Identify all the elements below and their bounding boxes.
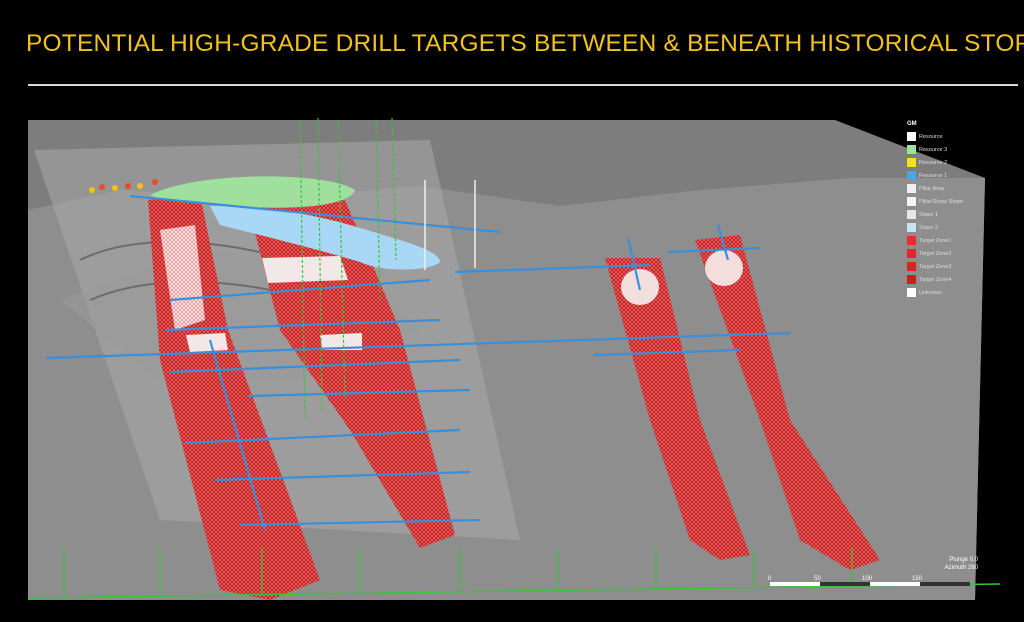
legend-label: Target Zone2 [919,250,952,257]
legend-swatch [907,223,916,232]
scale-tick-label: 100 [862,576,873,582]
legend-label: Resource 2 [919,159,948,166]
legend-label: Unknown [919,289,942,296]
legend-swatch [907,158,916,167]
3d-mine-model-view[interactable]: 0 50 100 150 [0,0,1024,622]
legend-label: Resource 1 [919,172,948,179]
legend-item: Resource [904,130,984,143]
legend-swatch [907,197,916,206]
legend-label: Target Zone4 [919,276,952,283]
legend-rows: Resource Resource 3 Resource 2 Resource 1 Pi… [904,130,984,299]
legend-label: Resource [919,133,943,140]
scale-tick-label: 50 [814,576,821,582]
historical-stope-b [262,256,348,283]
legend-label: Pillar Area [919,185,945,192]
legend-label: Target Zone1 [919,237,952,244]
legend-item: Resource 1 [904,169,984,182]
view-orientation: Plunge 0.0 Azimuth 280 [922,556,978,572]
historical-stope-c [186,333,228,352]
legend-swatch [907,288,916,297]
legend-item: Resource 3 [904,143,984,156]
legend-item: Stope 2 [904,221,984,234]
legend-item: Resource 2 [904,156,984,169]
legend-label: Resource 3 [919,146,948,153]
legend-item: Target Zone4 [904,273,984,286]
legend-swatch [907,184,916,193]
legend-swatch [907,145,916,154]
legend-item: Target Zone3 [904,260,984,273]
legend-swatch [907,275,916,284]
scale-tick-label: 150 [912,576,923,582]
legend-item: Pillar Area [904,182,984,195]
legend-label: Target Zone3 [919,263,952,270]
legend-label: Pillar/Stope Stope [919,198,964,205]
legend-item: Target Zone1 [904,234,984,247]
legend-swatch [907,236,916,245]
legend-item: Stope 1 [904,208,984,221]
legend-swatch [907,132,916,141]
legend-label: Stope 2 [919,224,938,231]
legend-swatch [907,171,916,180]
legend-item: Unknown [904,286,984,299]
legend-swatch [907,262,916,271]
legend-item: Target Zone2 [904,247,984,260]
legend-item: Pillar/Stope Stope [904,195,984,208]
legend-swatch [907,249,916,258]
azimuth-readout: Azimuth 280 [944,565,978,571]
legend-heading: GM [907,121,917,127]
plunge-readout: Plunge 0.0 [949,557,978,563]
historical-stope-f [705,250,743,286]
legend-label: Stope 1 [919,211,938,218]
model-legend: GM Resource Resource 3 Resource 2 Resource … [904,121,984,299]
legend-swatch [907,210,916,219]
